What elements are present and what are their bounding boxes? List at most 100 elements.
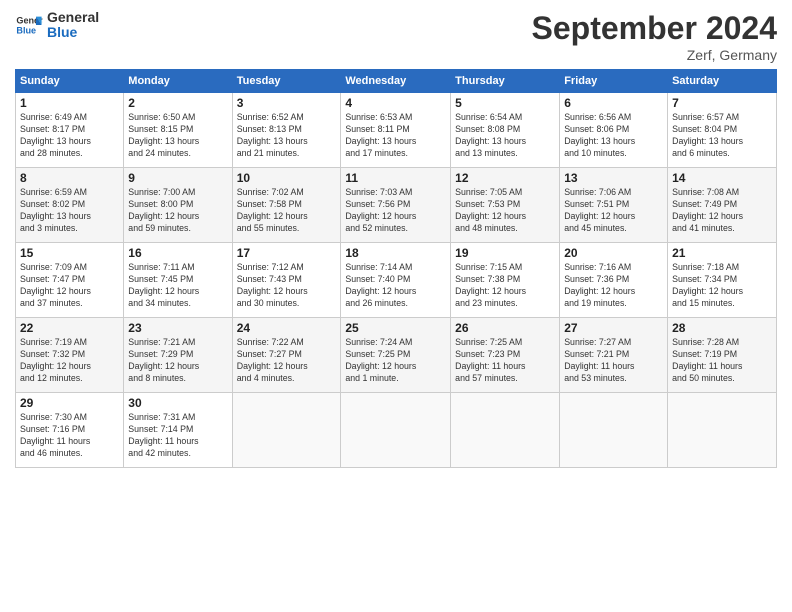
day-info: Sunrise: 7:30 AMSunset: 7:16 PMDaylight:… <box>20 412 119 460</box>
day-number: 3 <box>237 96 337 110</box>
day-info: Sunrise: 7:22 AMSunset: 7:27 PMDaylight:… <box>237 337 337 385</box>
day-number: 9 <box>128 171 227 185</box>
calendar-day-cell: 21 Sunrise: 7:18 AMSunset: 7:34 PMDayligh… <box>668 243 777 318</box>
calendar-day-cell: 3 Sunrise: 6:52 AMSunset: 8:13 PMDaylight… <box>232 93 341 168</box>
calendar-day-cell: 23 Sunrise: 7:21 AMSunset: 7:29 PMDayligh… <box>124 318 232 393</box>
calendar-day-cell: 4 Sunrise: 6:53 AMSunset: 8:11 PMDaylight… <box>341 93 451 168</box>
day-number: 11 <box>345 171 446 185</box>
logo: General Blue General Blue <box>15 10 99 41</box>
day-info: Sunrise: 7:11 AMSunset: 7:45 PMDaylight:… <box>128 262 227 310</box>
calendar-week-row: 29 Sunrise: 7:30 AMSunset: 7:16 PMDayligh… <box>16 393 777 468</box>
logo-icon: General Blue <box>15 11 43 39</box>
calendar-table: Sunday Monday Tuesday Wednesday Thursday… <box>15 69 777 468</box>
day-number: 5 <box>455 96 555 110</box>
day-info: Sunrise: 6:49 AMSunset: 8:17 PMDaylight:… <box>20 112 119 160</box>
calendar-day-cell <box>668 393 777 468</box>
day-info: Sunrise: 7:09 AMSunset: 7:47 PMDaylight:… <box>20 262 119 310</box>
header-saturday: Saturday <box>668 70 777 93</box>
calendar-week-row: 22Sunrise: 7:19 AMSunset: 7:32 PMDayligh… <box>16 318 777 393</box>
calendar-day-cell: 22Sunrise: 7:19 AMSunset: 7:32 PMDayligh… <box>16 318 124 393</box>
calendar-day-cell: 19 Sunrise: 7:15 AMSunset: 7:38 PMDayligh… <box>451 243 560 318</box>
day-number: 26 <box>455 321 555 335</box>
header-row: General Blue General Blue September 2024… <box>15 10 777 63</box>
title-block: September 2024 Zerf, Germany <box>532 10 777 63</box>
day-info: Sunrise: 7:14 AMSunset: 7:40 PMDaylight:… <box>345 262 446 310</box>
weekday-header-row: Sunday Monday Tuesday Wednesday Thursday… <box>16 70 777 93</box>
calendar-day-cell: 11Sunrise: 7:03 AMSunset: 7:56 PMDayligh… <box>341 168 451 243</box>
calendar-day-cell: 7 Sunrise: 6:57 AMSunset: 8:04 PMDaylight… <box>668 93 777 168</box>
day-number: 17 <box>237 246 337 260</box>
day-info: Sunrise: 6:52 AMSunset: 8:13 PMDaylight:… <box>237 112 337 160</box>
day-info: Sunrise: 7:16 AMSunset: 7:36 PMDaylight:… <box>564 262 663 310</box>
day-number: 7 <box>672 96 772 110</box>
calendar-day-cell: 6 Sunrise: 6:56 AMSunset: 8:06 PMDaylight… <box>560 93 668 168</box>
header-wednesday: Wednesday <box>341 70 451 93</box>
day-info: Sunrise: 6:56 AMSunset: 8:06 PMDaylight:… <box>564 112 663 160</box>
calendar-day-cell: 25Sunrise: 7:24 AMSunset: 7:25 PMDayligh… <box>341 318 451 393</box>
day-number: 6 <box>564 96 663 110</box>
day-number: 30 <box>128 396 227 410</box>
day-number: 12 <box>455 171 555 185</box>
day-info: Sunrise: 7:31 AMSunset: 7:14 PMDaylight:… <box>128 412 227 460</box>
header-friday: Friday <box>560 70 668 93</box>
day-number: 28 <box>672 321 772 335</box>
day-info: Sunrise: 7:06 AMSunset: 7:51 PMDaylight:… <box>564 187 663 235</box>
calendar-week-row: 8 Sunrise: 6:59 AMSunset: 8:02 PMDaylight… <box>16 168 777 243</box>
calendar-day-cell: 17 Sunrise: 7:12 AMSunset: 7:43 PMDayligh… <box>232 243 341 318</box>
day-number: 8 <box>20 171 119 185</box>
calendar-day-cell: 9Sunrise: 7:00 AMSunset: 8:00 PMDaylight… <box>124 168 232 243</box>
day-info: Sunrise: 7:05 AMSunset: 7:53 PMDaylight:… <box>455 187 555 235</box>
day-info: Sunrise: 7:15 AMSunset: 7:38 PMDaylight:… <box>455 262 555 310</box>
day-number: 16 <box>128 246 227 260</box>
day-number: 22 <box>20 321 119 335</box>
day-info: Sunrise: 6:59 AMSunset: 8:02 PMDaylight:… <box>20 187 119 235</box>
calendar-day-cell: 28Sunrise: 7:28 AMSunset: 7:19 PMDayligh… <box>668 318 777 393</box>
header-sunday: Sunday <box>16 70 124 93</box>
calendar-day-cell: 1Sunrise: 6:49 AMSunset: 8:17 PMDaylight… <box>16 93 124 168</box>
calendar-day-cell: 29 Sunrise: 7:30 AMSunset: 7:16 PMDayligh… <box>16 393 124 468</box>
calendar-day-cell: 16 Sunrise: 7:11 AMSunset: 7:45 PMDayligh… <box>124 243 232 318</box>
day-number: 19 <box>455 246 555 260</box>
day-info: Sunrise: 7:12 AMSunset: 7:43 PMDaylight:… <box>237 262 337 310</box>
day-number: 2 <box>128 96 227 110</box>
calendar-container: General Blue General Blue September 2024… <box>0 0 792 478</box>
month-title: September 2024 <box>532 10 777 47</box>
day-info: Sunrise: 7:02 AMSunset: 7:58 PMDaylight:… <box>237 187 337 235</box>
day-number: 21 <box>672 246 772 260</box>
calendar-day-cell: 26 Sunrise: 7:25 AMSunset: 7:23 PMDayligh… <box>451 318 560 393</box>
day-info: Sunrise: 6:50 AMSunset: 8:15 PMDaylight:… <box>128 112 227 160</box>
calendar-day-cell <box>341 393 451 468</box>
day-number: 20 <box>564 246 663 260</box>
calendar-day-cell: 15 Sunrise: 7:09 AMSunset: 7:47 PMDayligh… <box>16 243 124 318</box>
calendar-week-row: 15 Sunrise: 7:09 AMSunset: 7:47 PMDayligh… <box>16 243 777 318</box>
day-info: Sunrise: 6:57 AMSunset: 8:04 PMDaylight:… <box>672 112 772 160</box>
calendar-day-cell: 2 Sunrise: 6:50 AMSunset: 8:15 PMDaylight… <box>124 93 232 168</box>
header-tuesday: Tuesday <box>232 70 341 93</box>
calendar-day-cell: 12 Sunrise: 7:05 AMSunset: 7:53 PMDayligh… <box>451 168 560 243</box>
location-subtitle: Zerf, Germany <box>532 47 777 63</box>
day-number: 4 <box>345 96 446 110</box>
logo-blue: Blue <box>47 25 99 40</box>
day-info: Sunrise: 6:54 AMSunset: 8:08 PMDaylight:… <box>455 112 555 160</box>
day-info: Sunrise: 7:21 AMSunset: 7:29 PMDaylight:… <box>128 337 227 385</box>
svg-text:Blue: Blue <box>16 26 36 36</box>
day-number: 10 <box>237 171 337 185</box>
day-number: 15 <box>20 246 119 260</box>
day-number: 18 <box>345 246 446 260</box>
calendar-day-cell: 14Sunrise: 7:08 AMSunset: 7:49 PMDayligh… <box>668 168 777 243</box>
logo-general: General <box>47 10 99 25</box>
calendar-day-cell: 10 Sunrise: 7:02 AMSunset: 7:58 PMDayligh… <box>232 168 341 243</box>
calendar-day-cell: 13Sunrise: 7:06 AMSunset: 7:51 PMDayligh… <box>560 168 668 243</box>
calendar-day-cell: 27Sunrise: 7:27 AMSunset: 7:21 PMDayligh… <box>560 318 668 393</box>
calendar-day-cell <box>451 393 560 468</box>
day-number: 29 <box>20 396 119 410</box>
header-monday: Monday <box>124 70 232 93</box>
day-info: Sunrise: 7:25 AMSunset: 7:23 PMDaylight:… <box>455 337 555 385</box>
calendar-week-row: 1Sunrise: 6:49 AMSunset: 8:17 PMDaylight… <box>16 93 777 168</box>
day-info: Sunrise: 6:53 AMSunset: 8:11 PMDaylight:… <box>345 112 446 160</box>
calendar-day-cell <box>232 393 341 468</box>
day-number: 23 <box>128 321 227 335</box>
day-number: 24 <box>237 321 337 335</box>
day-number: 27 <box>564 321 663 335</box>
day-info: Sunrise: 7:18 AMSunset: 7:34 PMDaylight:… <box>672 262 772 310</box>
